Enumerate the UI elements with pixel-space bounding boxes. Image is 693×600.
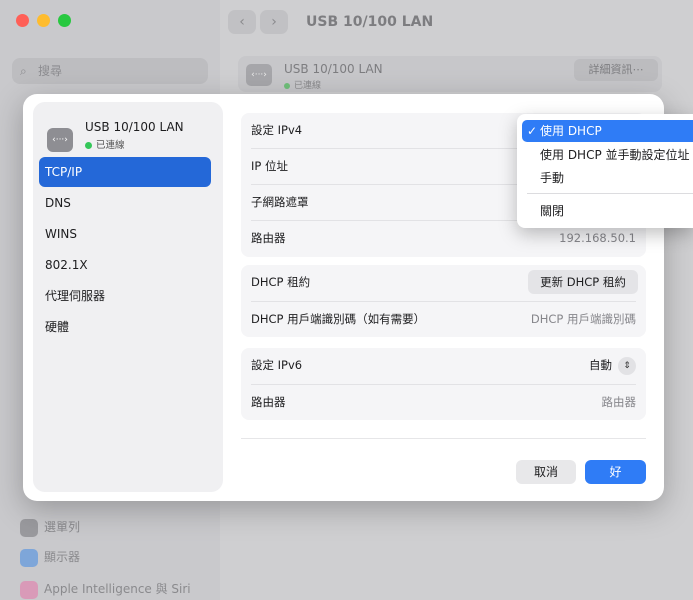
background-card-status: 已連線: [284, 78, 321, 91]
ipv6-router-label: 路由器: [251, 395, 286, 409]
footer-divider: [241, 438, 646, 439]
status-dot: [85, 142, 92, 149]
sidebar-item-apple-intelligence[interactable]: Apple Intelligence 與 Siri: [20, 580, 191, 599]
window-title: USB 10/100 LAN: [306, 14, 434, 30]
tab-wins[interactable]: WINS: [39, 219, 211, 249]
dhcp-client-id-row[interactable]: DHCP 用戶端識別碼（如有需要） DHCP 用戶端識別碼: [251, 302, 636, 336]
search-placeholder: 搜尋: [38, 64, 63, 78]
cancel-button[interactable]: 取消: [516, 460, 576, 484]
menu-item-dhcp-manual-address[interactable]: 使用 DHCP 並手動設定位址: [522, 144, 693, 166]
checkmark-icon: ✓: [527, 124, 538, 138]
configure-ipv6-label: 設定 IPv6: [251, 358, 303, 372]
ethernet-icon: ‹···›: [246, 64, 272, 86]
ethernet-icon: ‹···›: [47, 128, 73, 152]
search-icon: ⌕: [20, 64, 27, 78]
configure-ipv4-menu: ✓ 使用 DHCP 使用 DHCP 並手動設定位址 手動 關閉: [517, 114, 693, 228]
tab-hardware[interactable]: 硬體: [39, 312, 211, 342]
renew-dhcp-lease-button[interactable]: 更新 DHCP 租約: [528, 270, 638, 294]
tab-proxies[interactable]: 代理伺服器: [39, 281, 211, 311]
tab-dns[interactable]: DNS: [39, 188, 211, 218]
close-window-button[interactable]: [16, 14, 29, 27]
connection-status: 已連線: [85, 137, 125, 151]
sidebar-item-menu-bar[interactable]: 選單列: [20, 518, 80, 537]
menu-separator: [527, 193, 693, 194]
configure-ipv4-label: 設定 IPv4: [251, 123, 303, 137]
forward-button[interactable]: ›: [260, 10, 288, 34]
ipv6-router-input[interactable]: 路由器: [602, 385, 637, 419]
chevron-updown-icon: ⇕: [618, 356, 636, 375]
tab-tcpip[interactable]: TCP/IP: [39, 157, 211, 187]
menu-item-off[interactable]: 關閉: [522, 200, 693, 222]
search-field[interactable]: ⌕ 搜尋: [12, 58, 208, 84]
configure-ipv6-row: 設定 IPv6 自動 ⇕: [251, 348, 636, 382]
configure-ipv6-popup[interactable]: 自動 ⇕: [589, 348, 636, 382]
minimize-window-button[interactable]: [37, 14, 50, 27]
dhcp-client-id-label: DHCP 用戶端識別碼（如有需要）: [251, 312, 426, 326]
details-button[interactable]: 詳細資訊⋯: [574, 59, 658, 81]
tab-8021x[interactable]: 802.1X: [39, 250, 211, 280]
zoom-window-button[interactable]: [58, 14, 71, 27]
display-icon: [20, 548, 38, 567]
sidebar-item-displays[interactable]: 顯示器: [20, 548, 80, 567]
ip-address-label: IP 位址: [251, 159, 288, 173]
ipv6-group: 設定 IPv6 自動 ⇕ 路由器 路由器: [241, 348, 646, 420]
dialog-sidebar: ‹···› USB 10/100 LAN 已連線 TCP/IP DNS WINS…: [33, 102, 223, 492]
menu-item-manual[interactable]: 手動: [522, 167, 693, 189]
menu-item-use-dhcp[interactable]: ✓ 使用 DHCP: [522, 120, 693, 142]
subnet-mask-label: 子網路遮罩: [251, 195, 309, 209]
apple-intelligence-icon: [20, 580, 38, 599]
dhcp-group: DHCP 租約 更新 DHCP 租約 DHCP 用戶端識別碼（如有需要） DHC…: [241, 265, 646, 337]
dhcp-lease-label: DHCP 租約: [251, 275, 311, 289]
router-label: 路由器: [251, 231, 286, 245]
ok-button[interactable]: 好: [585, 460, 646, 484]
background-card-title: USB 10/100 LAN: [284, 62, 383, 76]
dhcp-client-id-input[interactable]: DHCP 用戶端識別碼: [531, 302, 636, 336]
interface-title: USB 10/100 LAN: [85, 120, 184, 134]
menu-bar-icon: [20, 518, 38, 537]
ipv6-router-row: 路由器 路由器: [251, 385, 636, 419]
back-button[interactable]: ‹: [228, 10, 256, 34]
